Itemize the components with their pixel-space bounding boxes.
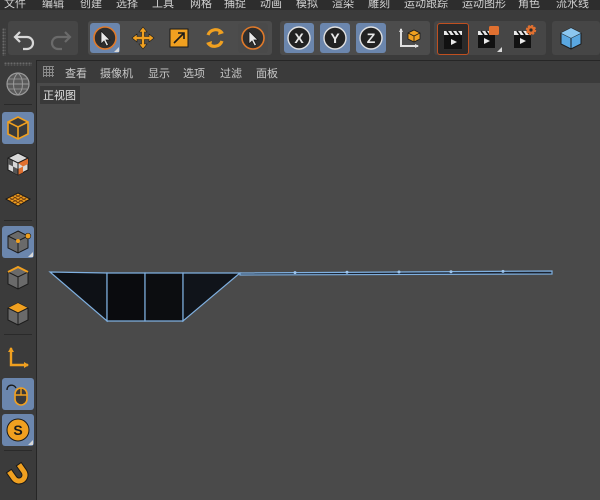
polygons-mode-button[interactable] — [2, 298, 34, 330]
menu-snap[interactable]: 捕捉 — [224, 0, 246, 10]
viewport-menu-view[interactable]: 查看 — [65, 65, 87, 81]
mesh-strip — [239, 270, 553, 276]
dropdown-indicator — [497, 47, 502, 52]
workplane-button[interactable] — [2, 68, 34, 100]
model-mode-button[interactable] — [2, 112, 34, 144]
menu-edit[interactable]: 编辑 — [42, 0, 64, 10]
front-viewport[interactable]: 正视图 — [37, 83, 600, 500]
live-selection-button[interactable] — [90, 23, 120, 53]
menu-select[interactable]: 选择 — [116, 0, 138, 10]
model-cube-icon — [7, 116, 29, 140]
menu-render[interactable]: 渲染 — [332, 0, 354, 10]
menu-bar: 文件 编辑 创建 选择 工具 网格 捕捉 动画 模拟 渲染 雕刻 运动跟踪 运动… — [0, 0, 600, 10]
coordinate-system-button[interactable] — [394, 23, 424, 53]
left-toolbar: S — [0, 60, 37, 500]
lock-z-axis-button[interactable]: Z — [356, 23, 386, 53]
selection-arrow-icon — [241, 26, 265, 50]
separator — [4, 220, 32, 221]
menu-simulate[interactable]: 模拟 — [296, 0, 318, 10]
viewport-menu-filter[interactable]: 过滤 — [220, 65, 242, 81]
viewport-menu-options[interactable]: 选项 — [183, 65, 205, 81]
menu-tools[interactable]: 工具 — [152, 0, 174, 10]
axis-y-label: Y — [330, 30, 340, 46]
undo-button[interactable] — [10, 23, 40, 53]
edges-cube-icon — [7, 265, 29, 290]
viewport-menu-panel[interactable]: 面板 — [256, 65, 278, 81]
dropdown-indicator — [28, 440, 33, 445]
edges-mode-button[interactable] — [2, 262, 34, 294]
snapping-button[interactable]: S — [2, 414, 34, 446]
mesh-polygon — [106, 272, 146, 322]
undo-icon — [13, 31, 35, 51]
lock-x-axis-button[interactable]: X — [284, 23, 314, 53]
texture-mode-button[interactable] — [2, 148, 34, 180]
axis-x-label: X — [294, 30, 304, 46]
separator — [4, 334, 32, 335]
render-view-button[interactable] — [437, 23, 469, 55]
render-settings-button[interactable] — [509, 23, 539, 53]
axis-corner-icon — [8, 347, 29, 368]
menu-create[interactable]: 创建 — [80, 0, 102, 10]
axis-z-label: Z — [367, 30, 376, 46]
cube-icon — [560, 27, 582, 50]
menu-mesh[interactable]: 网格 — [190, 0, 212, 10]
last-tool-button[interactable] — [238, 23, 268, 53]
viewport-grid-icon[interactable] — [43, 66, 54, 77]
menu-sculpt[interactable]: 雕刻 — [368, 0, 390, 10]
mesh-object[interactable] — [37, 83, 600, 500]
grid-plane-icon — [4, 192, 32, 207]
checker-cube-icon — [7, 152, 29, 176]
menu-animate[interactable]: 动画 — [260, 0, 282, 10]
lock-y-axis-button[interactable]: Y — [320, 23, 350, 53]
axis-mode-button[interactable] — [2, 342, 34, 374]
z-axis-icon: Z — [359, 26, 383, 50]
y-axis-icon: Y — [323, 26, 347, 50]
magnet-icon — [5, 461, 29, 485]
mesh-polygon — [144, 272, 184, 322]
mouse-icon — [6, 384, 28, 406]
viewport-menu-display[interactable]: 显示 — [148, 65, 170, 81]
redo-icon — [50, 31, 72, 51]
magnet-button[interactable] — [2, 458, 34, 490]
cube-object-button[interactable] — [556, 23, 586, 53]
menu-character[interactable]: 角色 — [518, 0, 540, 10]
menu-pipeline[interactable]: 流水线 — [556, 0, 589, 10]
separator — [4, 104, 32, 105]
rotate-button[interactable] — [200, 23, 230, 53]
viewport-menu-cameras[interactable]: 摄像机 — [100, 65, 133, 81]
viewport-menu-bar: 查看 摄像机 显示 选项 过滤 面板 — [37, 61, 600, 83]
dropdown-indicator — [114, 47, 119, 52]
x-axis-icon: X — [287, 26, 311, 50]
redo-button[interactable] — [45, 23, 75, 53]
svg-text:S: S — [13, 422, 22, 438]
rotate-icon — [206, 28, 224, 48]
mesh-polygon — [182, 272, 242, 323]
render-to-picture-viewer-button[interactable] — [473, 23, 503, 53]
points-mode-button[interactable] — [2, 226, 34, 258]
workplane-mode-button[interactable] — [2, 184, 34, 216]
menu-file[interactable]: 文件 — [4, 0, 26, 10]
separator — [4, 450, 32, 451]
scale-icon — [169, 28, 189, 48]
menu-mograph[interactable]: 运动图形 — [462, 0, 506, 10]
scale-button[interactable] — [164, 23, 194, 53]
clapboard-icon — [444, 30, 462, 49]
coordinate-system-icon — [399, 28, 421, 48]
mesh-polygon — [48, 271, 108, 323]
top-toolbar: X Y Z — [0, 10, 600, 61]
globe-icon — [6, 72, 30, 96]
clapboard-gear-icon — [514, 25, 537, 48]
tweak-mode-button[interactable] — [2, 378, 34, 410]
toolbar-grip[interactable] — [2, 28, 6, 56]
menu-motion-tracking[interactable]: 运动跟踪 — [404, 0, 448, 10]
dropdown-indicator — [28, 252, 33, 257]
left-toolbar-grip[interactable] — [4, 62, 32, 66]
move-icon — [131, 26, 155, 50]
polygons-cube-icon — [7, 302, 29, 326]
move-button[interactable] — [128, 23, 158, 53]
